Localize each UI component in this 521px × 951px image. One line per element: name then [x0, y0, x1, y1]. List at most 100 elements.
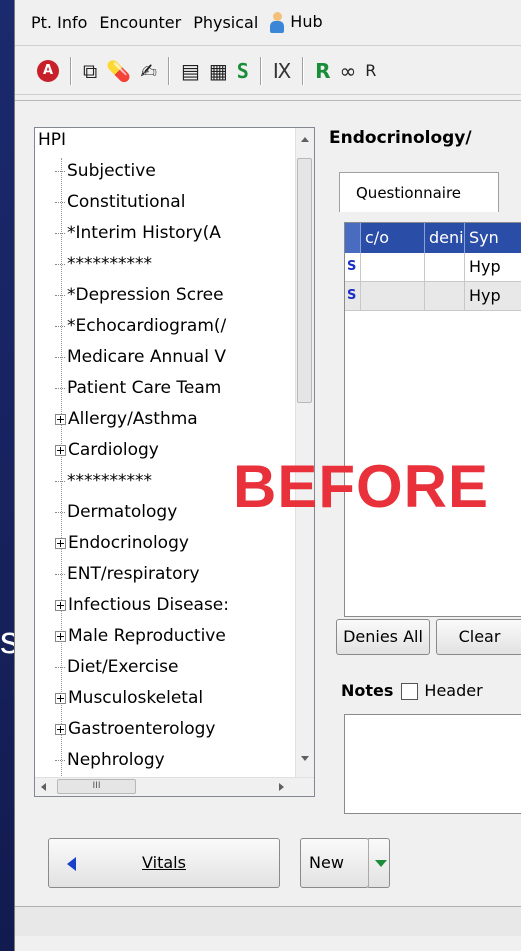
- grid-header: c/o denie Syn: [345, 223, 521, 253]
- hscroll-thumb[interactable]: III: [57, 779, 136, 794]
- grid-col-denies[interactable]: denie: [425, 223, 465, 253]
- toolbar-separator: [259, 56, 262, 85]
- sign-icon[interactable]: ✍: [140, 58, 157, 84]
- row-symptom: Hyp: [469, 286, 501, 305]
- row-co[interactable]: [361, 282, 425, 310]
- notes-textarea[interactable]: [344, 714, 521, 814]
- tree-item[interactable]: Endocrinology: [55, 528, 189, 559]
- tab-questionnaire[interactable]: Questionnaire: [339, 172, 499, 212]
- expand-plus-icon[interactable]: [55, 692, 66, 704]
- expand-plus-icon[interactable]: [55, 723, 66, 735]
- tree-item[interactable]: Nephrology: [55, 745, 165, 776]
- toolbar-separator: [302, 56, 305, 85]
- tree-item[interactable]: Musculoskeletal: [55, 683, 203, 714]
- header-checkbox[interactable]: [401, 683, 419, 700]
- expand-plus-icon[interactable]: [55, 444, 66, 456]
- tree-item-label: Patient Care Team: [67, 378, 222, 398]
- status-bar: [15, 906, 521, 938]
- tree-item[interactable]: Cardiology: [55, 435, 159, 466]
- tree-item[interactable]: Patient Care Team: [55, 373, 221, 404]
- toolbar-r-label[interactable]: R: [365, 58, 376, 84]
- tree-item[interactable]: ENT/respiratory: [55, 559, 200, 590]
- pill-icon[interactable]: 💊: [106, 58, 131, 84]
- table-row[interactable]: S Hyp: [345, 282, 521, 311]
- scroll-thumb[interactable]: [297, 158, 312, 403]
- scroll-down-icon[interactable]: [301, 756, 309, 761]
- tree-item-label: Nephrology: [67, 750, 165, 770]
- row-flag: S: [345, 282, 361, 310]
- menu-encounter[interactable]: Encounter: [99, 13, 181, 32]
- copy-icon[interactable]: ⧉: [83, 58, 97, 84]
- alert-a-icon[interactable]: A: [37, 59, 59, 82]
- denies-all-button[interactable]: Denies All: [336, 619, 430, 655]
- expand-plus-icon[interactable]: [55, 599, 66, 611]
- toolbar-separator: [70, 56, 72, 85]
- tree-connector: [55, 232, 65, 234]
- menu-pt-info[interactable]: Pt. Info: [31, 13, 87, 32]
- s-icon[interactable]: S: [237, 58, 249, 84]
- row-flag: S: [345, 253, 361, 281]
- tree-item[interactable]: *Depression Scree: [55, 280, 224, 311]
- tree-item[interactable]: **********: [55, 249, 152, 280]
- clear-button[interactable]: Clear: [436, 619, 521, 655]
- scroll-left-icon[interactable]: [41, 783, 46, 791]
- tree-item-label: ENT/respiratory: [67, 564, 200, 584]
- tree-item[interactable]: Subjective: [55, 156, 156, 187]
- tree-item[interactable]: Gastroenterology: [55, 714, 215, 745]
- menu-hub[interactable]: Hub: [270, 11, 334, 34]
- tree-item[interactable]: *Echocardiogram(/: [55, 311, 226, 342]
- tree-connector: [55, 666, 65, 668]
- scroll-right-icon[interactable]: [279, 783, 284, 791]
- grid-col-symptom[interactable]: Syn: [465, 223, 521, 253]
- tree-item[interactable]: Diet/Exercise: [55, 652, 178, 683]
- row-symptom: Hyp: [469, 257, 501, 276]
- vitals-label: Vitals: [142, 853, 186, 872]
- chart-icon[interactable]: ▦: [209, 58, 228, 84]
- rx-icon[interactable]: R: [315, 58, 330, 84]
- hscroll-grip: III: [92, 781, 101, 791]
- before-overlay-label: BEFORE: [233, 453, 490, 520]
- ix-icon[interactable]: Ⅸ: [273, 58, 291, 84]
- tree-connector: [55, 387, 65, 389]
- form-icon[interactable]: ▤: [181, 58, 200, 84]
- row-denies[interactable]: [425, 253, 465, 281]
- tree-item[interactable]: Medicare Annual V: [55, 342, 226, 373]
- tree-item-label: Musculoskeletal: [68, 688, 204, 708]
- row-co[interactable]: [361, 253, 425, 281]
- tree-item-label: *Interim History(A: [67, 223, 221, 243]
- tree-connector: [55, 511, 65, 513]
- bottom-strip: [15, 936, 521, 951]
- tree-item-label: Diet/Exercise: [67, 657, 179, 677]
- table-row[interactable]: S Hyp: [345, 253, 521, 282]
- tree-horizontal-scrollbar[interactable]: III: [35, 777, 314, 796]
- grid-col-flag[interactable]: [345, 223, 361, 253]
- tree-item-label: Male Reproductive: [68, 626, 226, 646]
- tree-item-label: HPI: [38, 130, 67, 150]
- new-button[interactable]: New: [300, 838, 369, 888]
- tree-item[interactable]: Male Reproductive: [55, 621, 226, 652]
- tree-item-label: **********: [67, 471, 152, 491]
- tree-item[interactable]: Infectious Disease:: [55, 590, 229, 621]
- tree-item[interactable]: HPI: [38, 128, 66, 156]
- row-denies[interactable]: [425, 282, 465, 310]
- menu-hub-label: Hub: [290, 12, 323, 31]
- vitals-button[interactable]: Vitals: [48, 838, 280, 888]
- tree-item-label: Subjective: [67, 161, 156, 181]
- tree-item[interactable]: Allergy/Asthma: [55, 404, 198, 435]
- notes-label: Notes: [341, 681, 394, 700]
- grid-col-co[interactable]: c/o: [361, 223, 425, 253]
- expand-plus-icon[interactable]: [55, 630, 66, 642]
- expand-plus-icon[interactable]: [55, 537, 66, 549]
- tree-item[interactable]: Constitutional: [55, 187, 185, 218]
- scroll-up-icon[interactable]: [301, 137, 309, 142]
- tree-item[interactable]: **********: [55, 466, 152, 497]
- menu-physical[interactable]: Physical: [193, 13, 258, 32]
- tree-item-label: Endocrinology: [68, 533, 189, 553]
- tree-connector: [55, 294, 65, 296]
- tree-item[interactable]: *Interim History(A: [55, 218, 221, 249]
- header-label: Header: [424, 681, 483, 700]
- tree-connector: [55, 573, 65, 575]
- expand-plus-icon[interactable]: [55, 413, 66, 425]
- glasses-icon[interactable]: ∞: [340, 58, 357, 84]
- tree-item[interactable]: Dermatology: [55, 497, 177, 528]
